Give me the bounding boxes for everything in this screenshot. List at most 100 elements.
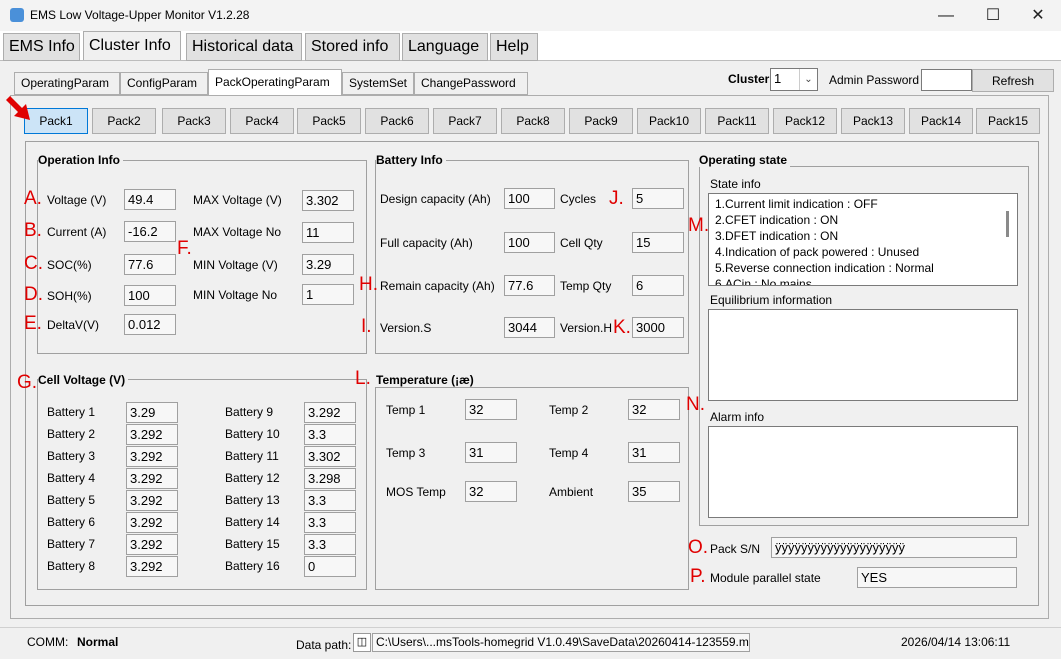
min-voltage-no-label: MIN Voltage No <box>193 288 278 302</box>
remain-capacity-label: Remain capacity (Ah) <box>380 279 495 293</box>
tab-ems-info[interactable]: EMS Info <box>3 33 80 61</box>
data-path-field[interactable]: C:\Users\...msTools-homegrid V1.0.49\Sav… <box>372 633 750 652</box>
cell-voltage-field[interactable]: 3.292 <box>126 512 178 533</box>
pack-button-7[interactable]: Pack7 <box>433 108 497 134</box>
pack-button-12[interactable]: Pack12 <box>773 108 837 134</box>
mos-temp-field[interactable]: 32 <box>465 481 517 502</box>
tab-language[interactable]: Language <box>402 33 488 61</box>
pack-button-6[interactable]: Pack6 <box>365 108 429 134</box>
pack-button-3[interactable]: Pack3 <box>162 108 226 134</box>
remain-capacity-field[interactable]: 77.6 <box>504 275 555 296</box>
cell-voltage-field[interactable]: 3.3 <box>304 490 356 511</box>
subtab-config-param[interactable]: ConfigParam <box>120 72 208 95</box>
module-parallel-field[interactable]: YES <box>857 567 1017 588</box>
pack-button-4[interactable]: Pack4 <box>230 108 294 134</box>
design-capacity-field[interactable]: 100 <box>504 188 555 209</box>
cell-voltage-field[interactable]: 3.292 <box>126 424 178 445</box>
annotation-o: O. <box>688 537 709 558</box>
minimize-button[interactable]: — <box>923 0 969 31</box>
soh-field[interactable]: 100 <box>124 285 176 306</box>
operation-info-title: Operation Info <box>38 153 123 167</box>
tab-historical-data[interactable]: Historical data <box>186 33 302 61</box>
cell-label: Battery 5 <box>47 493 96 507</box>
full-capacity-label: Full capacity (Ah) <box>380 236 473 250</box>
tab-stored-info[interactable]: Stored info <box>305 33 400 61</box>
voltage-field[interactable]: 49.4 <box>124 189 176 210</box>
tab-cluster-info[interactable]: Cluster Info <box>83 31 181 60</box>
cell-voltage-field[interactable]: 3.292 <box>304 402 356 423</box>
state-info-item: 5.Reverse connection indication : Normal <box>715 261 934 275</box>
pack-button-10[interactable]: Pack10 <box>637 108 701 134</box>
deltav-label: DeltaV(V) <box>47 318 100 332</box>
pack-button-13[interactable]: Pack13 <box>841 108 905 134</box>
temp3-field[interactable]: 31 <box>465 442 517 463</box>
pack-button-9[interactable]: Pack9 <box>569 108 633 134</box>
soc-field[interactable]: 77.6 <box>124 254 176 275</box>
state-info-list[interactable]: 1.Current limit indication : OFF 2.CFET i… <box>708 193 1018 286</box>
cell-voltage-field[interactable]: 3.3 <box>304 512 356 533</box>
max-voltage-no-field[interactable]: 11 <box>302 222 354 243</box>
cell-voltage-field[interactable]: 3.292 <box>126 556 178 577</box>
cell-voltage-field[interactable]: 3.298 <box>304 468 356 489</box>
temp2-label: Temp 2 <box>549 403 589 417</box>
temp1-field[interactable]: 32 <box>465 399 517 420</box>
state-info-item: 4.Indication of pack powered : Unused <box>715 245 920 259</box>
version-h-field[interactable]: 3000 <box>632 317 684 338</box>
pack-button-11[interactable]: Pack11 <box>705 108 769 134</box>
subtab-operating-param[interactable]: OperatingParam <box>14 72 120 95</box>
cycles-field[interactable]: 5 <box>632 188 684 209</box>
cell-voltage-field[interactable]: 3.302 <box>304 446 356 467</box>
alarm-info-list[interactable] <box>708 426 1018 518</box>
current-field[interactable]: -16.2 <box>124 221 176 242</box>
cycles-label: Cycles <box>560 192 597 206</box>
pack-button-2[interactable]: Pack2 <box>92 108 156 134</box>
max-voltage-field[interactable]: 3.302 <box>302 190 354 211</box>
annotation-p: P. <box>690 566 706 587</box>
folder-icon[interactable]: ◫ <box>353 633 371 652</box>
equilibrium-label: Equilibrium information <box>710 293 833 307</box>
chevron-down-icon[interactable]: ⌄ <box>799 69 817 90</box>
cell-label: Battery 2 <box>47 427 96 441</box>
pack-button-5[interactable]: Pack5 <box>297 108 361 134</box>
equilibrium-list[interactable] <box>708 309 1018 401</box>
cell-voltage-field[interactable]: 3.3 <box>304 424 356 445</box>
cell-voltage-field[interactable]: 3.292 <box>126 446 178 467</box>
cell-voltage-field[interactable]: 3.292 <box>126 490 178 511</box>
temp-qty-label: Temp Qty <box>560 279 612 293</box>
cell-qty-field[interactable]: 15 <box>632 232 684 253</box>
pack-button-14[interactable]: Pack14 <box>909 108 973 134</box>
pack-button-8[interactable]: Pack8 <box>501 108 565 134</box>
admin-password-input[interactable] <box>921 69 972 91</box>
temp2-field[interactable]: 32 <box>628 399 680 420</box>
pack-sn-field[interactable]: ÿÿÿÿÿÿÿÿÿÿÿÿÿÿÿÿÿÿÿÿ <box>771 537 1017 558</box>
temp4-field[interactable]: 31 <box>628 442 680 463</box>
cell-voltage-field[interactable]: 3.29 <box>126 402 178 423</box>
cell-voltage-field[interactable]: 3.3 <box>304 534 356 555</box>
maximize-button[interactable]: ☐ <box>970 0 1016 31</box>
state-info-scrollbar[interactable] <box>1006 211 1009 237</box>
temperature-title: Temperature (¡æ) <box>376 373 477 387</box>
cell-voltage-field[interactable]: 3.292 <box>126 468 178 489</box>
min-voltage-no-field[interactable]: 1 <box>302 284 354 305</box>
temp-qty-field[interactable]: 6 <box>632 275 684 296</box>
pack-button-15[interactable]: Pack15 <box>976 108 1040 134</box>
cluster-select[interactable]: 1 ⌄ <box>770 68 818 91</box>
subtab-system-set[interactable]: SystemSet <box>342 72 414 95</box>
cell-label: Battery 4 <box>47 471 96 485</box>
subtab-pack-operating-param[interactable]: PackOperatingParam <box>208 69 342 96</box>
cell-label: Battery 10 <box>225 427 280 441</box>
title-bar: EMS Low Voltage-Upper Monitor V1.2.28 — … <box>0 0 1061 31</box>
min-voltage-field[interactable]: 3.29 <box>302 254 354 275</box>
cell-voltage-field[interactable]: 0 <box>304 556 356 577</box>
module-parallel-label: Module parallel state <box>710 571 821 585</box>
deltav-field[interactable]: 0.012 <box>124 314 176 335</box>
status-datetime: 2026/04/14 13:06:11 <box>901 635 1011 649</box>
cell-voltage-field[interactable]: 3.292 <box>126 534 178 555</box>
tab-help[interactable]: Help <box>490 33 538 61</box>
version-s-field[interactable]: 3044 <box>504 317 555 338</box>
close-button[interactable]: ✕ <box>1015 0 1061 31</box>
subtab-change-password[interactable]: ChangePassword <box>414 72 528 95</box>
ambient-field[interactable]: 35 <box>628 481 680 502</box>
full-capacity-field[interactable]: 100 <box>504 232 555 253</box>
refresh-button[interactable]: Refresh <box>972 69 1054 92</box>
